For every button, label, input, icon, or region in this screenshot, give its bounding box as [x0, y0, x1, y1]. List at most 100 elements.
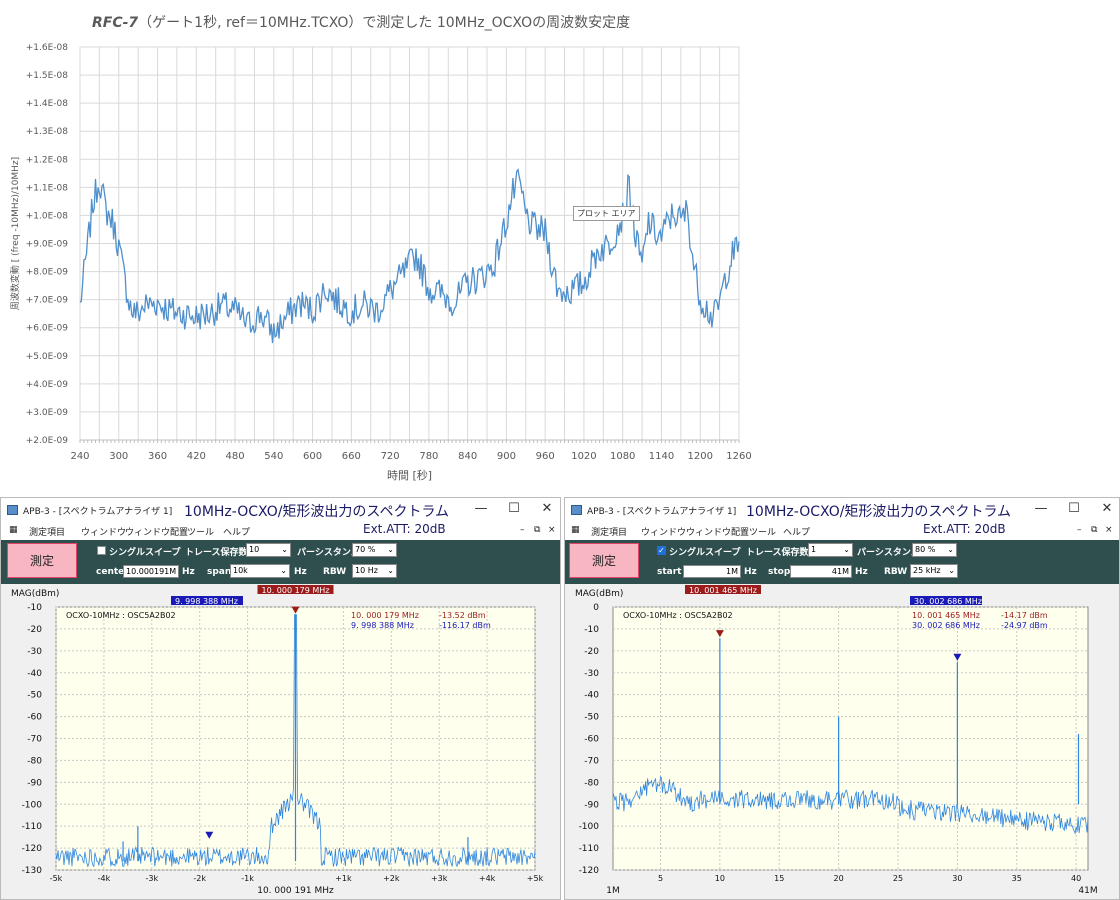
spectrum-window-wide: APB-3 - [スペクトラムアナライザ 1] 10MHz-OCXO/矩形波出力…: [564, 497, 1120, 900]
close-button[interactable]: ✕: [537, 501, 557, 516]
menu-tools[interactable]: ツール: [749, 525, 776, 538]
y-axis-unit: MAG(dBm): [11, 589, 59, 599]
trace-count-select[interactable]: 1 ⌄: [808, 543, 853, 557]
maximize-button[interactable]: ☐: [504, 501, 524, 516]
y-tick-label: +4.0E-09: [26, 380, 69, 390]
spectrum-plot: 0 -10 -20 -30 -40 -50 -60 -70 -80 -90 -100 -110 -120…: [575, 585, 1098, 896]
y-tick-label: +3.0E-09: [26, 408, 69, 418]
y-tick-label: -10: [27, 603, 42, 613]
menu-doc-icon[interactable]: ▦: [571, 525, 580, 535]
trace-count-value: 1: [811, 545, 817, 554]
close-button[interactable]: ✕: [1097, 501, 1117, 516]
rbw-value: 10 Hz: [355, 566, 378, 575]
persistence-value: 70 %: [355, 545, 376, 554]
x-tick-label: 1080: [610, 451, 635, 462]
mdi-close-icon[interactable]: ×: [1105, 525, 1113, 535]
y-tick-label: -110: [579, 844, 600, 854]
mdi-restore-icon[interactable]: ⧉: [1091, 525, 1097, 535]
stop-unit: Hz: [855, 567, 868, 577]
persistence-select[interactable]: 80 % ⌄: [912, 543, 957, 557]
span-select[interactable]: 10k ⌄: [230, 564, 290, 578]
chevron-down-icon: ⌄: [947, 545, 954, 554]
persistence-select[interactable]: 70 % ⌄: [352, 543, 397, 557]
y-tick-label: -30: [584, 669, 599, 679]
y-tick-label: +1.1E-08: [26, 183, 69, 193]
title-bar[interactable]: APB-3 - [スペクトラムアナライザ 1] 10MHz-OCXO/矩形波出力…: [1, 498, 560, 522]
y-tick-label: -60: [27, 713, 42, 723]
y-tick-label: +1.3E-08: [26, 127, 69, 137]
single-sweep-checkbox[interactable]: [97, 546, 106, 555]
menu-doc-icon[interactable]: ▦: [9, 525, 18, 535]
menu-bar: ▦ 測定項目 ウィンドウ ウィンドウ配置 ツール ヘルプ Ext.ATT: 20…: [1, 522, 560, 540]
menu-help[interactable]: ヘルプ: [783, 525, 810, 538]
mdi-close-icon[interactable]: ×: [548, 525, 556, 535]
y-tick-label: -90: [584, 800, 599, 810]
marker2-level: -24.97 dBm: [1001, 621, 1048, 630]
span-unit: Hz: [294, 567, 307, 577]
menu-window[interactable]: ウィンドウ: [81, 525, 126, 538]
y-tick-label: -120: [579, 866, 600, 876]
menu-measure-items[interactable]: 測定項目: [591, 525, 627, 538]
single-sweep-checkbox[interactable]: ✓: [657, 546, 666, 555]
spectrum-window-narrow: APB-3 - [スペクトラムアナライザ 1] 10MHz-OCXO/矩形波出力…: [0, 497, 561, 900]
stop-input[interactable]: 41M: [790, 565, 852, 578]
minimize-button[interactable]: —: [471, 501, 491, 516]
x-tick-label: +1k: [335, 874, 352, 883]
marker2-frequency: 9. 998 388 MHz: [351, 621, 414, 630]
menu-measure-items[interactable]: 測定項目: [29, 525, 65, 538]
y-tick-label: +7.0E-09: [26, 296, 69, 306]
menu-window[interactable]: ウィンドウ: [641, 525, 686, 538]
y-tick-label: -80: [584, 778, 599, 788]
menu-help[interactable]: ヘルプ: [223, 525, 250, 538]
mdi-minimize-icon[interactable]: –: [520, 525, 525, 535]
marker1-level: -13.52 dBm: [439, 611, 486, 620]
start-label: start: [657, 567, 682, 577]
y-tick-label: +9.0E-09: [26, 240, 69, 250]
menu-window-layout[interactable]: ウィンドウ配置: [686, 525, 749, 538]
y-axis-unit: MAG(dBm): [575, 589, 623, 599]
x-stop-label: 41M: [1078, 886, 1097, 896]
trace-count-label: トレース保存数: [746, 548, 809, 558]
y-tick-label: +6.0E-09: [26, 324, 69, 334]
start-input[interactable]: 1M: [683, 565, 741, 578]
persistence-label: パーシスタンス: [297, 548, 360, 558]
rbw-select[interactable]: 10 Hz ⌄: [352, 564, 397, 578]
span-label: span: [207, 567, 232, 577]
maximize-button[interactable]: ☐: [1064, 501, 1084, 516]
x-tick-label: 25: [893, 874, 903, 883]
menu-tools[interactable]: ツール: [187, 525, 214, 538]
y-tick-label: -90: [27, 778, 42, 788]
marker1-frequency: 10. 000 179 MHz: [351, 611, 419, 620]
measure-button[interactable]: 測定: [7, 543, 77, 578]
minimize-button[interactable]: —: [1031, 501, 1051, 516]
y-tick-label: -120: [22, 844, 43, 854]
plot-area-tooltip: プロット エリア: [573, 206, 640, 221]
trace-count-label: トレース保存数: [185, 548, 248, 558]
x-tick-label: 30: [952, 874, 962, 883]
y-tick-label: -10: [584, 625, 599, 635]
chevron-down-icon: ⌄: [843, 545, 850, 554]
trace-count-select[interactable]: 10 ⌄: [246, 543, 291, 557]
x-tick-label: 10: [715, 874, 725, 883]
mdi-minimize-icon[interactable]: –: [1077, 525, 1082, 535]
y-tick-label: +5.0E-09: [26, 352, 69, 362]
center-input[interactable]: 10.000191M: [123, 565, 179, 578]
menu-window-layout[interactable]: ウィンドウ配置: [125, 525, 188, 538]
title-bar[interactable]: APB-3 - [スペクトラムアナライザ 1] 10MHz-OCXO/矩形波出力…: [565, 498, 1119, 522]
x-tick-label: 780: [419, 451, 438, 462]
span-value: 10k: [233, 566, 248, 575]
rbw-select[interactable]: 25 kHz ⌄: [910, 564, 958, 578]
measure-button[interactable]: 測定: [569, 543, 639, 578]
y-tick-label: +2.0E-09: [26, 436, 69, 446]
y-axis-title: 周波数変動 [ (freq -10MHz)/10MHz]: [9, 157, 21, 310]
y-tick-label: -110: [22, 822, 43, 832]
y-tick-label: -20: [27, 625, 42, 635]
marker2-level: -116.17 dBm: [439, 621, 491, 630]
rbw-label: RBW: [884, 567, 908, 577]
trace-count-value: 10: [249, 545, 260, 554]
y-tick-label: +1.2E-08: [26, 155, 69, 165]
x-start-label: 1M: [606, 886, 620, 896]
persistence-value: 80 %: [915, 545, 936, 554]
spectrum-caption: 10MHz-OCXO/矩形波出力のスペクトラム: [184, 504, 450, 520]
mdi-restore-icon[interactable]: ⧉: [534, 525, 540, 535]
